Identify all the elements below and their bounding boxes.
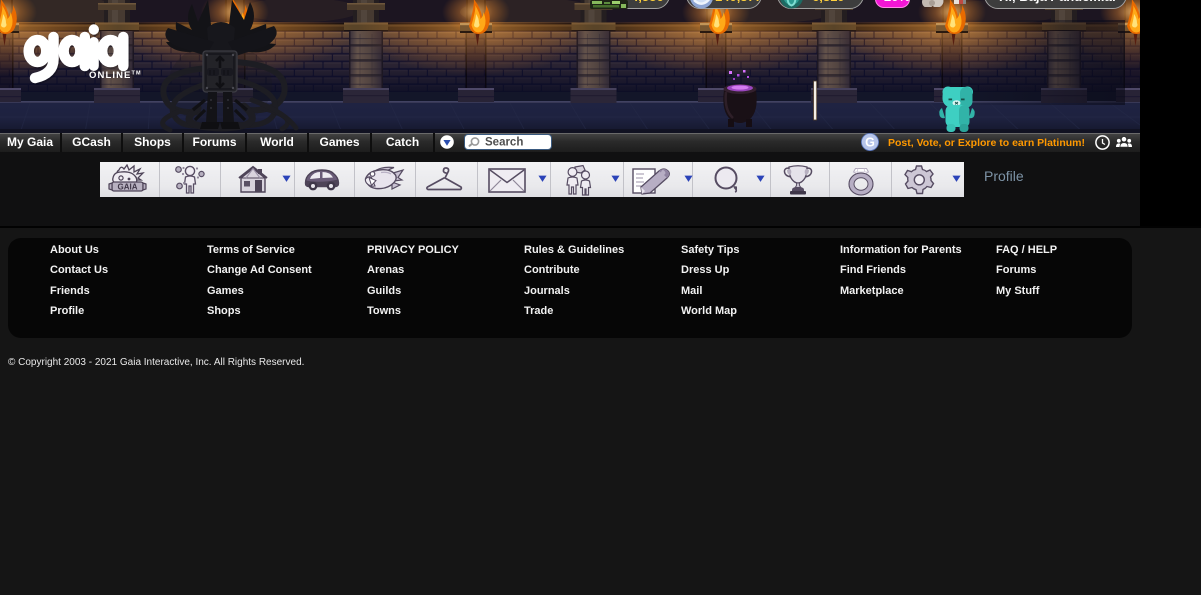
svg-text:G: G bbox=[865, 136, 875, 150]
svg-text:Search: Search bbox=[485, 137, 523, 149]
svg-text:GAIA: GAIA bbox=[118, 183, 138, 192]
